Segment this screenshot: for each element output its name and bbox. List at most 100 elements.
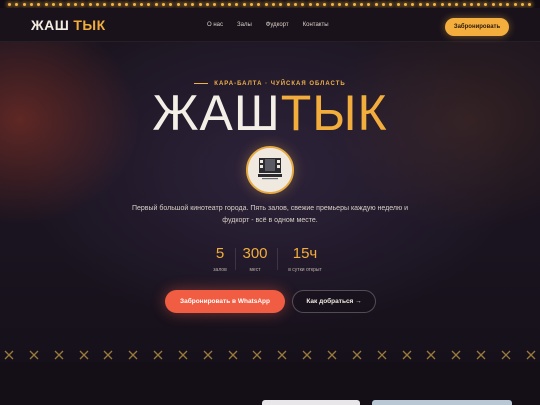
cinema-logo-icon bbox=[246, 146, 294, 194]
light-bulb bbox=[191, 2, 195, 6]
nav-item-foodcourt[interactable]: Фудкорт bbox=[266, 22, 289, 28]
light-bulb bbox=[359, 2, 363, 6]
stat-value: 300 bbox=[242, 245, 268, 262]
light-bulb bbox=[59, 2, 63, 6]
stat-value: 5 bbox=[215, 245, 225, 262]
marquee-lights bbox=[0, 0, 540, 8]
logo-part1: ЖАШ bbox=[31, 17, 70, 33]
light-bulb bbox=[228, 2, 231, 6]
light-bulb bbox=[162, 2, 166, 6]
light-bulb bbox=[213, 2, 217, 6]
stat-halls: 5 залов bbox=[205, 245, 235, 274]
ornament-divider bbox=[0, 349, 540, 361]
ornament-x-icon bbox=[526, 350, 536, 360]
light-bulb bbox=[513, 2, 517, 6]
light-bulb bbox=[491, 2, 495, 6]
light-bulb bbox=[337, 2, 341, 6]
nav-item-about[interactable]: О нас bbox=[207, 22, 223, 28]
light-bulb bbox=[425, 2, 429, 6]
light-bulb bbox=[506, 2, 510, 6]
light-bulb bbox=[367, 2, 371, 6]
light-bulb bbox=[308, 2, 312, 6]
ornament-x-icon bbox=[54, 350, 64, 360]
light-bulb bbox=[396, 2, 400, 6]
ornament-x-icon bbox=[79, 350, 88, 360]
light-bulb bbox=[118, 2, 122, 6]
next-section bbox=[0, 362, 540, 405]
ornament-x-icon bbox=[128, 350, 138, 360]
light-bulb bbox=[323, 2, 327, 6]
ornament-x-icon bbox=[203, 350, 213, 360]
nav-item-halls[interactable]: Залы bbox=[237, 22, 252, 28]
light-bulb bbox=[455, 2, 459, 6]
ornament-x-icon bbox=[426, 350, 436, 360]
light-bulb bbox=[301, 2, 305, 6]
light-bulb bbox=[235, 2, 239, 6]
ornament-x-icon bbox=[178, 350, 188, 360]
light-bulb bbox=[433, 2, 437, 6]
hero-title: ЖАШТЫК bbox=[0, 86, 540, 140]
light-bulb bbox=[279, 2, 283, 6]
stat-label: мест bbox=[249, 267, 261, 273]
light-bulb bbox=[352, 2, 356, 6]
ornament-x-icon bbox=[4, 350, 14, 360]
light-bulb bbox=[403, 2, 407, 6]
stat-seats: 300 мест bbox=[240, 245, 270, 274]
light-bulb bbox=[74, 2, 78, 6]
light-bulb bbox=[286, 2, 290, 6]
light-bulb bbox=[271, 2, 275, 6]
directions-button[interactable]: Как добраться → bbox=[292, 290, 376, 313]
stat-hours: 15ч в сутки открыт bbox=[278, 245, 332, 274]
light-bulb bbox=[528, 2, 532, 6]
ornament-x-icon bbox=[451, 350, 461, 360]
light-bulb bbox=[154, 2, 158, 6]
ornament-x-icon bbox=[277, 350, 287, 360]
light-bulb bbox=[447, 2, 451, 6]
site-logo[interactable]: ЖАШ ТЫК bbox=[31, 17, 106, 33]
light-bulb bbox=[469, 2, 473, 6]
stat-value: 15ч bbox=[292, 245, 318, 262]
light-bulb bbox=[15, 2, 19, 6]
light-bulb bbox=[96, 2, 100, 6]
light-bulb bbox=[176, 2, 180, 6]
stat-label: залов bbox=[213, 267, 227, 273]
hero-title-part2: ТЫК bbox=[280, 85, 388, 141]
nav-item-contacts[interactable]: Контакты bbox=[303, 22, 329, 28]
light-bulb bbox=[381, 2, 385, 6]
ornament-x-icon bbox=[153, 350, 163, 360]
light-bulb bbox=[81, 2, 85, 6]
light-bulb bbox=[249, 2, 253, 6]
next-section-card bbox=[262, 400, 360, 405]
ornament-x-icon bbox=[402, 350, 411, 360]
light-bulb bbox=[521, 2, 525, 6]
book-button[interactable]: Забронировать bbox=[445, 18, 509, 36]
stat-label: в сутки открыт bbox=[288, 267, 322, 273]
stat-divider bbox=[235, 248, 236, 270]
light-bulb bbox=[147, 2, 151, 6]
hero-description: Первый большой кинотеатр города. Пять за… bbox=[131, 205, 409, 224]
light-bulb bbox=[411, 2, 415, 6]
light-bulb bbox=[184, 2, 188, 6]
light-bulb bbox=[30, 2, 34, 6]
hero-title-part1: ЖАШ bbox=[152, 85, 281, 141]
whatsapp-book-button[interactable]: Забронировать в WhatsApp bbox=[165, 290, 285, 313]
next-section-card bbox=[372, 400, 512, 405]
light-bulb bbox=[37, 2, 41, 6]
light-bulb bbox=[169, 2, 173, 6]
light-bulb bbox=[499, 2, 503, 6]
light-bulb bbox=[125, 2, 129, 6]
light-bulb bbox=[345, 2, 349, 6]
light-bulb bbox=[484, 2, 488, 6]
light-bulb bbox=[103, 2, 107, 6]
light-bulb bbox=[66, 2, 70, 6]
ornament-x-icon bbox=[252, 350, 262, 360]
ornament-x-icon bbox=[302, 350, 312, 360]
main-nav: О нас Залы Фудкорт Контакты bbox=[207, 22, 343, 28]
light-bulb bbox=[198, 2, 202, 6]
light-bulb bbox=[22, 2, 26, 6]
light-bulb bbox=[140, 2, 144, 6]
light-bulb bbox=[257, 2, 261, 6]
ornament-x-icon bbox=[501, 350, 511, 360]
ornament-x-icon bbox=[476, 350, 486, 360]
site-header: ЖАШ ТЫК О нас Залы Фудкорт Контакты Забро… bbox=[0, 8, 540, 42]
